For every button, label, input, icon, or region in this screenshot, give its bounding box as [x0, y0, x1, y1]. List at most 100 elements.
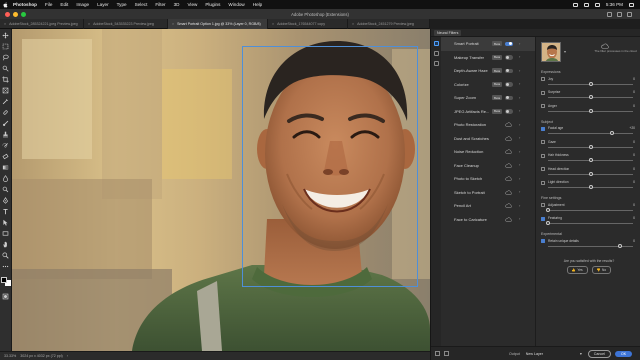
- filter-item[interactable]: JPEG Artifacts Re... Beta ›: [441, 105, 535, 119]
- thumbnail-dropdown-icon[interactable]: ▾: [564, 49, 566, 54]
- eraser-tool-icon[interactable]: [2, 153, 9, 160]
- eyedropper-tool-icon[interactable]: [2, 98, 9, 105]
- filter-item[interactable]: Dust and Scratches ›: [441, 132, 535, 146]
- slider-handle[interactable]: [546, 221, 550, 226]
- clock[interactable]: 5:36 PM: [606, 2, 623, 7]
- chevron-right-icon[interactable]: ›: [519, 95, 520, 100]
- output-select[interactable]: New Layer ▾: [526, 352, 586, 356]
- ok-button[interactable]: OK: [614, 350, 633, 357]
- menu-file[interactable]: File: [45, 2, 52, 7]
- doc-tab[interactable]: × AdobeStock_176544077 copy: [268, 19, 348, 29]
- chevron-right-icon[interactable]: ›: [519, 203, 520, 208]
- slider-handle[interactable]: [588, 171, 593, 176]
- slider-handle[interactable]: [588, 158, 593, 163]
- move-tool-icon[interactable]: [2, 32, 9, 39]
- battery-icon[interactable]: [594, 2, 600, 7]
- slider-handle[interactable]: [546, 207, 550, 212]
- filter-item[interactable]: Depth-Aware Haze Beta ›: [441, 64, 535, 78]
- lasso-tool-icon[interactable]: [2, 54, 9, 61]
- close-tab-icon[interactable]: ×: [272, 22, 274, 26]
- menu-window[interactable]: Window: [228, 2, 244, 7]
- enable-checkbox[interactable]: [541, 140, 545, 144]
- menu-help[interactable]: Help: [253, 2, 262, 7]
- healing-brush-tool-icon[interactable]: [2, 109, 9, 116]
- marquee-tool-icon[interactable]: [2, 43, 9, 50]
- hand-tool-icon[interactable]: [2, 241, 9, 248]
- slider-track[interactable]: [548, 223, 633, 224]
- control-center-icon[interactable]: [629, 2, 634, 7]
- history-icon[interactable]: [433, 61, 439, 66]
- slider-handle[interactable]: [588, 185, 593, 190]
- menu-plugins[interactable]: Plugins: [205, 2, 220, 7]
- preview-thumbnail[interactable]: [541, 42, 561, 62]
- chevron-right-icon[interactable]: ›: [519, 216, 520, 221]
- slider-handle[interactable]: [588, 81, 593, 86]
- chevron-right-icon[interactable]: ›: [519, 135, 520, 140]
- filter-toggle[interactable]: [505, 95, 513, 100]
- path-selection-tool-icon[interactable]: [2, 219, 9, 226]
- enable-checkbox[interactable]: [541, 167, 545, 171]
- filter-item[interactable]: Smart Portrait Beta ›: [441, 37, 535, 51]
- menu-app[interactable]: Photoshop: [13, 2, 37, 7]
- crop-tool-icon[interactable]: [2, 76, 9, 83]
- chevron-right-icon[interactable]: ›: [519, 122, 520, 127]
- pen-tool-icon[interactable]: [2, 197, 9, 204]
- status-chevron-icon[interactable]: ›: [67, 354, 68, 358]
- cloud-download-icon[interactable]: [505, 162, 512, 168]
- chevron-right-icon[interactable]: ›: [519, 189, 520, 194]
- close-tab-icon[interactable]: ×: [4, 22, 6, 26]
- filter-item[interactable]: Sketch to Portrait ›: [441, 186, 535, 200]
- chevron-right-icon[interactable]: ›: [519, 68, 520, 73]
- menu-image[interactable]: Image: [76, 2, 89, 7]
- rectangle-tool-icon[interactable]: [2, 230, 9, 237]
- chevron-right-icon[interactable]: ›: [519, 176, 520, 181]
- chevron-right-icon[interactable]: ›: [519, 149, 520, 154]
- enable-checkbox[interactable]: [541, 216, 545, 221]
- cloud-download-icon[interactable]: [505, 135, 512, 141]
- slider-handle[interactable]: [588, 108, 593, 113]
- cloud-download-icon[interactable]: [505, 176, 512, 181]
- blur-tool-icon[interactable]: [2, 175, 9, 182]
- filter-item[interactable]: Photo to Sketch ›: [441, 172, 535, 186]
- enable-checkbox[interactable]: [541, 126, 545, 131]
- workspace-icon[interactable]: [617, 11, 622, 17]
- filter-toggle[interactable]: [505, 68, 513, 73]
- type-tool-icon[interactable]: [2, 208, 9, 215]
- slider-track[interactable]: [548, 133, 633, 134]
- face-detection-box[interactable]: [242, 46, 418, 287]
- enable-checkbox[interactable]: [541, 153, 545, 158]
- enable-checkbox[interactable]: [541, 90, 545, 95]
- filter-item[interactable]: Super Zoom Beta ›: [441, 91, 535, 105]
- foreground-color-swatch[interactable]: [0, 277, 7, 283]
- enable-checkbox[interactable]: [541, 203, 545, 207]
- chevron-right-icon[interactable]: ›: [519, 108, 520, 113]
- enable-checkbox[interactable]: [541, 180, 545, 185]
- slider-track[interactable]: [548, 209, 633, 211]
- apple-icon[interactable]: [3, 1, 8, 8]
- doc-tab[interactable]: × AdobeStock_285324221.jpeg Preview.jpeg: [0, 19, 84, 29]
- filter-toggle[interactable]: [505, 41, 513, 46]
- menu-view[interactable]: View: [187, 2, 197, 7]
- history-brush-tool-icon[interactable]: [2, 142, 9, 149]
- chevron-right-icon[interactable]: ›: [519, 81, 520, 86]
- chevron-right-icon[interactable]: ›: [519, 41, 520, 46]
- layer-preview-icon[interactable]: [444, 351, 449, 356]
- filter-item[interactable]: Pencil Art ›: [441, 199, 535, 213]
- enable-checkbox[interactable]: [541, 239, 545, 243]
- document-info[interactable]: 3024 px x 4032 px (72 ppi): [20, 354, 63, 358]
- color-swatches[interactable]: [0, 277, 11, 286]
- search-icon[interactable]: [607, 11, 612, 17]
- slider-handle[interactable]: [618, 243, 623, 248]
- doc-tab[interactable]: × AdobeStock_543535223 Preview.jpeg: [84, 19, 168, 29]
- cloud-download-icon[interactable]: [505, 189, 512, 195]
- share-icon[interactable]: [627, 11, 632, 17]
- menu-select[interactable]: Select: [135, 2, 148, 7]
- doc-tab-active[interactable]: × Smart Portrait Option 1.jpg @ 33% (Laye…: [168, 19, 268, 29]
- filter-item[interactable]: Face to Caricature ›: [441, 213, 535, 227]
- panel-tab[interactable]: Neural Filters: [434, 29, 462, 36]
- filter-toggle[interactable]: [505, 109, 513, 114]
- close-tab-icon[interactable]: ×: [172, 22, 174, 26]
- chevron-right-icon[interactable]: ›: [519, 162, 520, 167]
- close-tab-icon[interactable]: ×: [352, 22, 354, 26]
- cloud-download-icon[interactable]: [505, 216, 512, 222]
